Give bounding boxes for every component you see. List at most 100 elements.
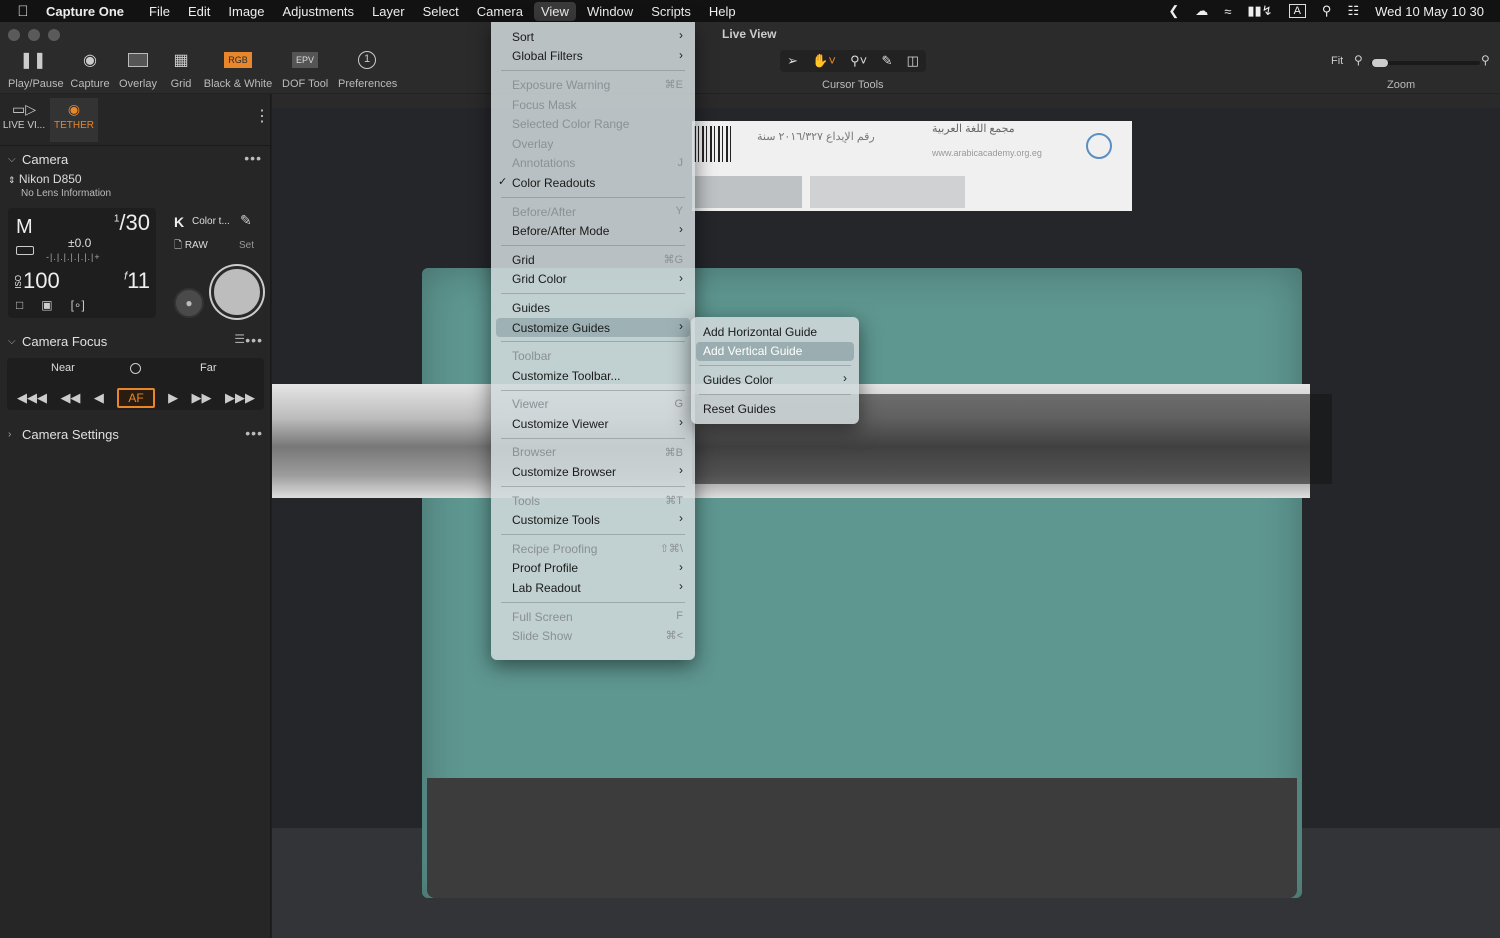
menu-item-sort[interactable]: Sort › bbox=[491, 27, 695, 47]
wifi-icon[interactable]: ≈ bbox=[1224, 4, 1231, 19]
zoom-fit-button[interactable]: Fit bbox=[1331, 55, 1343, 67]
menu-item-proof-profile[interactable]: Proof Profile › bbox=[491, 559, 695, 579]
grid-button[interactable]: ▦ Grid bbox=[168, 48, 194, 90]
menu-select[interactable]: Select bbox=[416, 2, 466, 21]
menu-layer[interactable]: Layer bbox=[365, 2, 412, 21]
list-icon[interactable]: ☰ bbox=[234, 332, 245, 346]
zoom-slider[interactable] bbox=[1370, 59, 1480, 67]
camera-selector[interactable]: ⇕ Nikon D850 No Lens Information bbox=[0, 172, 270, 201]
chevron-down-icon: ⌵ bbox=[8, 153, 16, 165]
menu-item-customize-toolbar[interactable]: Customize Toolbar... bbox=[491, 366, 695, 386]
file-format[interactable]: 🗋 RAW bbox=[174, 238, 208, 255]
photo-grey-strip-2 bbox=[810, 176, 965, 208]
preferences-button[interactable]: 1 Preferences bbox=[338, 48, 397, 90]
record-video-button[interactable]: ● bbox=[174, 288, 204, 318]
zoom-tool-icon[interactable]: ⚲˅ bbox=[850, 53, 867, 69]
focus-near-small-button[interactable]: ◀ bbox=[94, 390, 104, 406]
play-pause-button[interactable]: ❚❚ Play/Pause bbox=[8, 48, 64, 90]
menu-item-reset-guides[interactable]: Reset Guides bbox=[691, 399, 859, 419]
camera-focus-menu-icon[interactable]: ••• bbox=[245, 332, 263, 348]
image-area-icon[interactable]: □ bbox=[16, 298, 23, 312]
tab-live-view[interactable]: ▭▷ LIVE VI... bbox=[0, 98, 48, 142]
chevron-right-icon: › bbox=[679, 47, 683, 62]
menu-window[interactable]: Window bbox=[580, 2, 640, 21]
menu-item-label: Annotations bbox=[512, 156, 576, 171]
menu-item-customize-tools[interactable]: Customize Tools › bbox=[491, 510, 695, 530]
control-center-icon[interactable]: ☷ bbox=[1347, 3, 1359, 19]
menu-item-add-horizontal-guide[interactable]: Add Horizontal Guide bbox=[691, 322, 859, 342]
tab-tether[interactable]: ◉ TETHER bbox=[50, 98, 98, 142]
focus-near-large-button[interactable]: ◀◀◀ bbox=[17, 390, 47, 406]
zoom-window-button[interactable] bbox=[48, 29, 60, 41]
menu-item-customize-viewer[interactable]: Customize Viewer › bbox=[491, 414, 695, 434]
menu-file[interactable]: File bbox=[142, 2, 177, 21]
menu-shortcut: F bbox=[676, 609, 683, 622]
clock[interactable]: Wed 10 May 10 30 bbox=[1375, 4, 1484, 19]
menu-item-guides[interactable]: Guides bbox=[491, 298, 695, 318]
spotlight-search-icon[interactable]: ⚲ bbox=[1322, 3, 1332, 19]
capture-button[interactable]: ◉ Capture bbox=[68, 48, 112, 90]
menu-adjustments[interactable]: Adjustments bbox=[276, 2, 362, 21]
live-view-viewer[interactable]: رقم الإيداع ٢٠١٦/٣٢٧ سنة مجمع اللغة العر… bbox=[272, 94, 1500, 938]
focus-far-small-button[interactable]: ▶ bbox=[168, 390, 178, 406]
menu-item-global-filters[interactable]: Global Filters › bbox=[491, 47, 695, 67]
iso-value[interactable]: ISO100 bbox=[14, 268, 60, 294]
menu-edit[interactable]: Edit bbox=[181, 2, 217, 21]
creative-cloud-icon[interactable]: ☁ bbox=[1195, 3, 1208, 19]
hand-pan-icon[interactable]: ✋˅ bbox=[812, 53, 836, 69]
camera-focus-header[interactable]: ⌵ Camera Focus ☰ ••• bbox=[0, 330, 271, 352]
wb-kelvin-label: K bbox=[174, 214, 185, 230]
focus-near-label: Near bbox=[51, 362, 75, 374]
menu-camera[interactable]: Camera bbox=[470, 2, 530, 21]
menu-item-guides-color[interactable]: Guides Color › bbox=[691, 370, 859, 390]
battery-icon[interactable]: ▮▮↯ bbox=[1247, 3, 1272, 19]
camera-settings-menu-icon[interactable]: ••• bbox=[245, 425, 263, 441]
menu-image[interactable]: Image bbox=[221, 2, 271, 21]
camera-settings-header[interactable]: › Camera Settings ••• bbox=[0, 423, 271, 445]
focus-far-medium-button[interactable]: ▶▶ bbox=[192, 390, 212, 406]
wb-picker-icon[interactable]: ✎ bbox=[240, 212, 252, 229]
zoom-slider-knob[interactable] bbox=[1371, 59, 1388, 67]
minimize-window-button[interactable] bbox=[28, 29, 40, 41]
wb-set-button[interactable]: Set bbox=[239, 240, 254, 251]
chevron-left-icon[interactable]: ❮ bbox=[1168, 3, 1179, 19]
zoom-out-icon[interactable]: ⚲ bbox=[1354, 53, 1363, 67]
aperture-value[interactable]: f11 bbox=[124, 268, 150, 294]
overlay-button[interactable]: Overlay bbox=[118, 48, 158, 90]
menu-item-grid[interactable]: Grid ⌘G bbox=[491, 250, 695, 270]
app-name-menu[interactable]: Capture One bbox=[46, 4, 124, 19]
dof-tool-button[interactable]: EPV DOF Tool bbox=[282, 48, 328, 90]
exposure-mode[interactable]: M bbox=[16, 216, 33, 239]
select-cursor-icon[interactable]: ➢ bbox=[787, 53, 798, 69]
capture-shutter-button[interactable] bbox=[211, 266, 263, 318]
apple-icon[interactable]:  bbox=[0, 3, 46, 20]
photo-book-bottom bbox=[427, 778, 1297, 898]
menu-item-lab-readout[interactable]: Lab Readout › bbox=[491, 578, 695, 598]
focus-near-medium-button[interactable]: ◀◀ bbox=[60, 390, 80, 406]
camera-section-header[interactable]: ⌵ Camera ••• bbox=[0, 148, 270, 170]
exposure-compensation[interactable]: ±0.0 bbox=[68, 236, 91, 250]
more-options-icon[interactable]: ⋮ bbox=[254, 106, 270, 126]
eyedropper-icon[interactable]: ✎ bbox=[881, 53, 892, 69]
menu-item-customize-browser[interactable]: Customize Browser › bbox=[491, 462, 695, 482]
wb-color-temp[interactable]: Color t... bbox=[192, 216, 230, 227]
menu-item-add-vertical-guide[interactable]: Add Vertical Guide bbox=[696, 341, 854, 362]
menu-item-customize-guides[interactable]: Customize Guides › bbox=[496, 317, 690, 338]
focus-far-large-button[interactable]: ▶▶▶ bbox=[225, 390, 255, 406]
black-white-button[interactable]: RGB Black & White bbox=[203, 48, 273, 90]
before-after-icon[interactable]: ◫ bbox=[907, 53, 919, 69]
autofocus-button[interactable]: AF bbox=[117, 388, 155, 408]
zoom-in-icon[interactable]: ⚲ bbox=[1481, 53, 1490, 67]
menu-item-grid-color[interactable]: Grid Color › bbox=[491, 270, 695, 290]
shutter-speed[interactable]: 1/30 bbox=[114, 210, 150, 236]
input-source-icon[interactable]: A bbox=[1288, 4, 1306, 18]
close-window-button[interactable] bbox=[8, 29, 20, 41]
menu-item-before-after-mode[interactable]: Before/After Mode › bbox=[491, 221, 695, 241]
focus-area-icon[interactable]: [∘] bbox=[71, 298, 85, 312]
camera-section-menu-icon[interactable]: ••• bbox=[244, 150, 262, 166]
menu-item-color-readouts[interactable]: ✓ Color Readouts bbox=[491, 173, 695, 193]
metering-icon[interactable]: ▣ bbox=[41, 298, 52, 312]
menu-scripts[interactable]: Scripts bbox=[644, 2, 698, 21]
menu-help[interactable]: Help bbox=[702, 2, 743, 21]
menu-view[interactable]: View bbox=[533, 1, 576, 21]
